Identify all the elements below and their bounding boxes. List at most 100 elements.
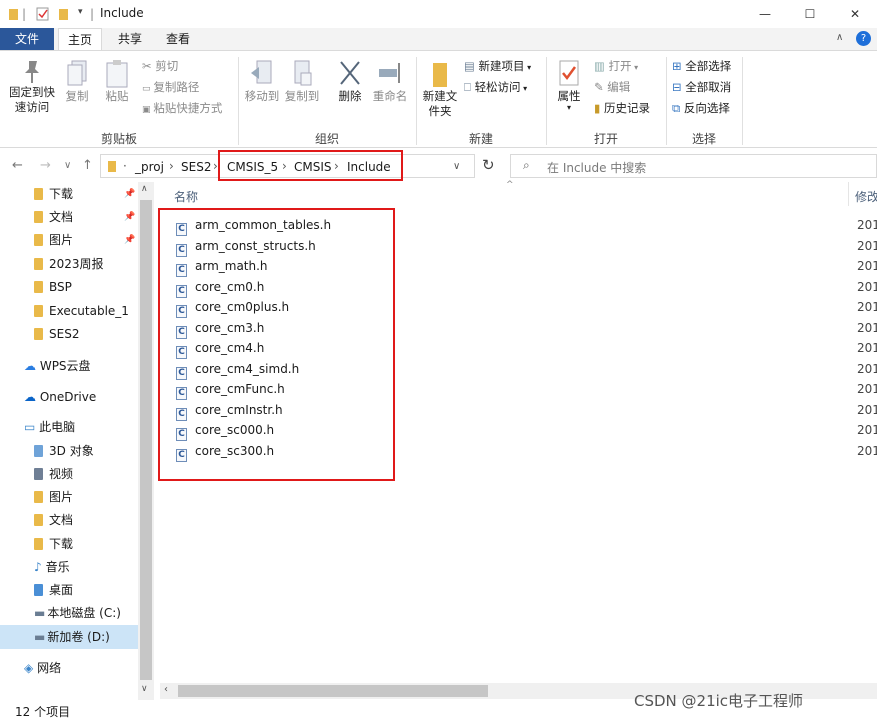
nav-label: 图片: [49, 233, 74, 247]
column-header-name[interactable]: 名称: [174, 188, 198, 205]
pin-icon: [25, 61, 39, 83]
delete-icon: [340, 61, 360, 85]
copy-icon: [67, 60, 87, 86]
nav-scrollbar-thumb[interactable]: [140, 200, 152, 680]
scroll-down-icon[interactable]: ∨: [141, 684, 148, 694]
recent-locations-icon[interactable]: ∨: [64, 160, 71, 171]
tab-view[interactable]: 查看: [158, 28, 198, 50]
nav-item-weekly-report[interactable]: 2023周报: [34, 253, 104, 275]
back-arrow-icon[interactable]: ←: [12, 158, 23, 173]
dropdown-icon: ▾: [631, 63, 639, 72]
nav-label: OneDrive: [39, 390, 97, 404]
close-button[interactable]: ✕: [840, 4, 870, 24]
horizontal-scrollbar-thumb[interactable]: [178, 685, 488, 697]
tab-file[interactable]: 文件: [0, 28, 54, 50]
pinned-icon: 📌: [124, 235, 136, 245]
breadcrumb-item[interactable]: _proj: [135, 160, 164, 174]
help-icon[interactable]: ?: [856, 31, 871, 46]
cut-button[interactable]: ✂ 剪切: [142, 57, 178, 75]
history-button[interactable]: ▮ 历史记录: [594, 99, 650, 117]
select-none-button[interactable]: ⊟ 全部取消: [672, 78, 731, 96]
group-label-select: 选择: [691, 132, 716, 146]
properties-quick-icon[interactable]: [36, 7, 49, 21]
nav-item-pc-downloads[interactable]: 下载: [34, 533, 73, 555]
new-folder-label: 新建文件夹: [422, 89, 458, 118]
nav-item-onedrive[interactable]: ☁ OneDrive: [24, 386, 96, 408]
nav-item-documents[interactable]: 文档: [34, 206, 73, 228]
nav-item-pictures[interactable]: 图片: [34, 229, 73, 251]
customize-quick-access-icon[interactable]: ▾: [78, 7, 90, 21]
copy-path-button[interactable]: ▭ 复制路径: [142, 78, 199, 96]
maximize-button[interactable]: ☐: [795, 4, 825, 24]
refresh-icon[interactable]: ↻: [482, 156, 495, 174]
edit-button[interactable]: ✎ 编辑: [594, 78, 630, 96]
pinned-icon: 📌: [124, 189, 136, 199]
copy-to-button[interactable]: 复制到: [282, 59, 322, 104]
properties-button[interactable]: 属性 ▾: [550, 59, 588, 112]
file-date: 201: [857, 239, 877, 253]
easy-access-button[interactable]: ⎕ 轻松访问 ▾: [464, 78, 527, 96]
delete-button[interactable]: 删除: [332, 59, 368, 104]
breadcrumb-item[interactable]: SES2: [181, 160, 211, 174]
scroll-left-icon[interactable]: ‹: [164, 684, 168, 695]
nav-item-pc-documents[interactable]: 文档: [34, 509, 73, 531]
nav-item-executable[interactable]: Executable_1: [34, 300, 129, 322]
search-box[interactable]: ⌕ 在 Include 中搜索: [510, 154, 877, 178]
highlight-box-path: [218, 150, 403, 181]
nav-item-3d-objects[interactable]: 3D 对象: [34, 440, 94, 462]
nav-label: BSP: [49, 280, 72, 294]
nav-item-this-pc[interactable]: ▭ 此电脑: [24, 416, 75, 438]
forward-arrow-icon[interactable]: →: [40, 158, 51, 173]
address-dropdown-icon[interactable]: ∨: [453, 161, 460, 172]
3d-objects-icon: [34, 445, 43, 457]
pinned-icon: 📌: [124, 212, 136, 222]
dropdown-icon: ▾: [524, 63, 532, 72]
nav-item-drive-c[interactable]: ▬ 本地磁盘 (C:): [34, 602, 121, 624]
highlight-box-files: [158, 208, 395, 481]
file-date: 201: [857, 362, 877, 376]
nav-item-bsp[interactable]: BSP: [34, 276, 72, 298]
collapse-ribbon-icon[interactable]: ∧: [836, 32, 843, 43]
new-item-button[interactable]: ▤ 新建项目 ▾: [464, 57, 531, 75]
search-icon: ⌕: [523, 158, 530, 172]
nav-item-music[interactable]: ♪ 音乐: [34, 556, 70, 578]
nav-item-desktop[interactable]: 桌面: [34, 579, 73, 601]
copy-button[interactable]: 复制: [60, 59, 94, 104]
music-icon: ♪: [34, 560, 42, 574]
nav-label: 新加卷 (D:): [47, 630, 110, 644]
nav-item-network[interactable]: ◈ 网络: [24, 657, 61, 679]
nav-item-drive-d[interactable]: ▬ 新加卷 (D:): [34, 626, 110, 648]
scroll-up-icon[interactable]: ∧: [141, 184, 148, 194]
paste-button[interactable]: 粘贴: [100, 59, 134, 104]
pictures-folder-icon: [34, 234, 43, 246]
nav-item-ses2[interactable]: SES2: [34, 323, 79, 345]
rename-button[interactable]: 重命名: [370, 59, 410, 104]
nav-label: 此电脑: [39, 420, 76, 434]
nav-label: 视频: [49, 467, 74, 481]
move-to-button[interactable]: 移动到: [242, 59, 282, 104]
new-folder-quick-icon[interactable]: [58, 7, 70, 21]
pin-quick-access-button[interactable]: 固定到快速访问: [4, 59, 60, 115]
search-input[interactable]: 在 Include 中搜索: [547, 159, 646, 176]
nav-item-downloads[interactable]: 下载: [34, 183, 73, 205]
invert-selection-button[interactable]: ⧉ 反向选择: [672, 99, 730, 117]
nav-item-pc-pictures[interactable]: 图片: [34, 486, 73, 508]
new-folder-button[interactable]: 新建文件夹: [420, 59, 460, 119]
minimize-button[interactable]: —: [750, 4, 780, 24]
nav-item-wps-cloud[interactable]: ☁ WPS云盘: [24, 355, 91, 377]
dropdown-icon: ▾: [520, 84, 528, 93]
history-icon: ▮: [594, 101, 604, 115]
folder-icon: [107, 160, 117, 176]
open-button[interactable]: ▥ 打开 ▾: [594, 57, 638, 75]
column-header-date[interactable]: 修改: [855, 188, 877, 205]
paste-shortcut-button[interactable]: ▣ 粘贴快捷方式: [142, 99, 222, 117]
tab-share[interactable]: 共享: [110, 28, 150, 50]
nav-label: Executable_1: [49, 304, 129, 318]
edit-label: 编辑: [607, 80, 631, 94]
up-arrow-icon[interactable]: ↑: [82, 158, 93, 173]
select-all-button[interactable]: ⊞ 全部选择: [672, 57, 731, 75]
history-label: 历史记录: [603, 101, 650, 115]
nav-item-videos[interactable]: 视频: [34, 463, 73, 485]
tab-home[interactable]: 主页: [58, 28, 102, 50]
pin-quick-access-label: 固定到快速访问: [9, 85, 55, 114]
